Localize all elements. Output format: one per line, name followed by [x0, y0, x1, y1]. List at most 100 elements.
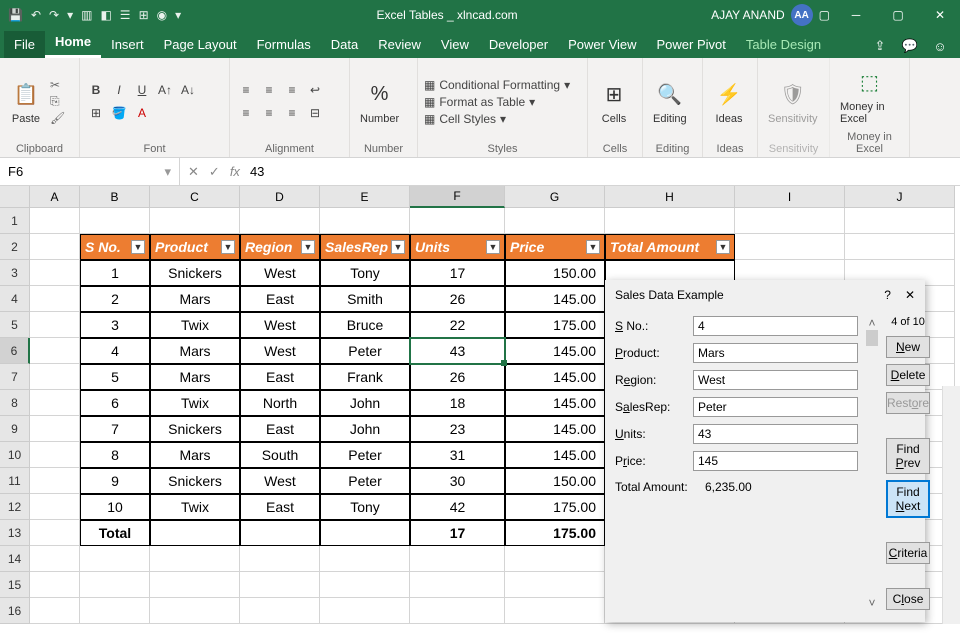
cell[interactable]: [80, 546, 150, 572]
cell[interactable]: Snickers: [150, 260, 240, 286]
help-icon[interactable]: ☺: [928, 34, 952, 58]
cell[interactable]: Mars: [150, 364, 240, 390]
filter-dropdown-icon[interactable]: ▼: [221, 240, 235, 254]
format-as-table-button[interactable]: ▦Format as Table ▾: [424, 95, 570, 109]
qat-icon[interactable]: ◉: [157, 8, 167, 22]
row-header-9[interactable]: 9: [0, 416, 30, 442]
cell[interactable]: Total Amount▼: [605, 234, 735, 260]
row-header-1[interactable]: 1: [0, 208, 30, 234]
row-header-5[interactable]: 5: [0, 312, 30, 338]
cell[interactable]: [240, 572, 320, 598]
cell[interactable]: [150, 598, 240, 624]
col-header-I[interactable]: I: [735, 186, 845, 208]
cell[interactable]: Frank: [320, 364, 410, 390]
cell[interactable]: [30, 260, 80, 286]
maximize-button[interactable]: ▢: [878, 0, 918, 30]
cell[interactable]: [30, 546, 80, 572]
qat-icon[interactable]: ◧: [100, 8, 111, 22]
scroll-down-icon[interactable]: ˅: [868, 596, 875, 610]
col-header-H[interactable]: H: [605, 186, 735, 208]
col-header-J[interactable]: J: [845, 186, 955, 208]
col-header-G[interactable]: G: [505, 186, 605, 208]
cell[interactable]: [320, 520, 410, 546]
filter-dropdown-icon[interactable]: ▼: [301, 240, 315, 254]
row-header-10[interactable]: 10: [0, 442, 30, 468]
cell[interactable]: 26: [410, 286, 505, 312]
cell[interactable]: 9: [80, 468, 150, 494]
align-right-button[interactable]: ≡: [282, 103, 302, 123]
cell[interactable]: [30, 442, 80, 468]
cell[interactable]: 26: [410, 364, 505, 390]
cell[interactable]: [30, 312, 80, 338]
cell[interactable]: 30: [410, 468, 505, 494]
dialog-close-button[interactable]: ✕: [905, 288, 915, 302]
region-field[interactable]: [693, 370, 858, 390]
row-header-13[interactable]: 13: [0, 520, 30, 546]
row-header-7[interactable]: 7: [0, 364, 30, 390]
cell[interactable]: 1: [80, 260, 150, 286]
money-button[interactable]: ⬚Money in Excel: [836, 65, 903, 127]
cell[interactable]: West: [240, 260, 320, 286]
cell[interactable]: [845, 234, 955, 260]
tab-file[interactable]: File: [4, 31, 45, 58]
cut-icon[interactable]: ✂: [50, 78, 65, 92]
fill-color-button[interactable]: 🪣: [109, 103, 129, 123]
cell[interactable]: Peter: [320, 442, 410, 468]
cell-styles-button[interactable]: ▦Cell Styles ▾: [424, 112, 570, 126]
italic-button[interactable]: I: [109, 80, 129, 100]
cell[interactable]: [30, 416, 80, 442]
sno-field[interactable]: [693, 316, 858, 336]
cell[interactable]: [30, 494, 80, 520]
scroll-thumb[interactable]: [866, 330, 878, 346]
cell[interactable]: 31: [410, 442, 505, 468]
align-top-button[interactable]: ≡: [236, 80, 256, 100]
comments-icon[interactable]: 💬: [898, 34, 922, 58]
wrap-text-button[interactable]: ↩: [305, 80, 325, 100]
cell[interactable]: 2: [80, 286, 150, 312]
redo-icon[interactable]: ↷: [49, 8, 59, 22]
cell[interactable]: [80, 572, 150, 598]
share-icon[interactable]: ⇪: [868, 34, 892, 58]
cell[interactable]: West: [240, 312, 320, 338]
cell[interactable]: [30, 468, 80, 494]
cell[interactable]: [505, 598, 605, 624]
cell[interactable]: 18: [410, 390, 505, 416]
cell[interactable]: Peter: [320, 338, 410, 364]
cell[interactable]: [30, 390, 80, 416]
tab-power-view[interactable]: Power View: [558, 31, 646, 58]
filter-dropdown-icon[interactable]: ▼: [586, 240, 600, 254]
cell[interactable]: 175.00: [505, 312, 605, 338]
cell[interactable]: 10: [80, 494, 150, 520]
row-header-14[interactable]: 14: [0, 546, 30, 572]
cell[interactable]: 145.00: [505, 442, 605, 468]
align-bottom-button[interactable]: ≡: [282, 80, 302, 100]
cell[interactable]: Total: [80, 520, 150, 546]
cell[interactable]: John: [320, 390, 410, 416]
cell[interactable]: [30, 286, 80, 312]
cell[interactable]: [320, 208, 410, 234]
cell[interactable]: Price▼: [505, 234, 605, 260]
cell[interactable]: [30, 520, 80, 546]
select-all-corner[interactable]: [0, 186, 30, 208]
cell[interactable]: [80, 208, 150, 234]
row-header-4[interactable]: 4: [0, 286, 30, 312]
align-center-button[interactable]: ≡: [259, 103, 279, 123]
cell[interactable]: [240, 598, 320, 624]
cell[interactable]: Product▼: [150, 234, 240, 260]
tab-view[interactable]: View: [431, 31, 479, 58]
salesrep-field[interactable]: [693, 397, 858, 417]
col-header-A[interactable]: A: [30, 186, 80, 208]
cell[interactable]: John: [320, 416, 410, 442]
cell[interactable]: 5: [80, 364, 150, 390]
tab-formulas[interactable]: Formulas: [247, 31, 321, 58]
cell[interactable]: SalesRep▼: [320, 234, 410, 260]
cell[interactable]: [410, 598, 505, 624]
cell[interactable]: [240, 546, 320, 572]
units-field[interactable]: [693, 424, 858, 444]
tab-power-pivot[interactable]: Power Pivot: [647, 31, 736, 58]
cell[interactable]: [150, 572, 240, 598]
qat-icon[interactable]: ⊞: [139, 8, 149, 22]
cell[interactable]: 42: [410, 494, 505, 520]
price-field[interactable]: [693, 451, 858, 471]
merge-button[interactable]: ⊟: [305, 103, 325, 123]
